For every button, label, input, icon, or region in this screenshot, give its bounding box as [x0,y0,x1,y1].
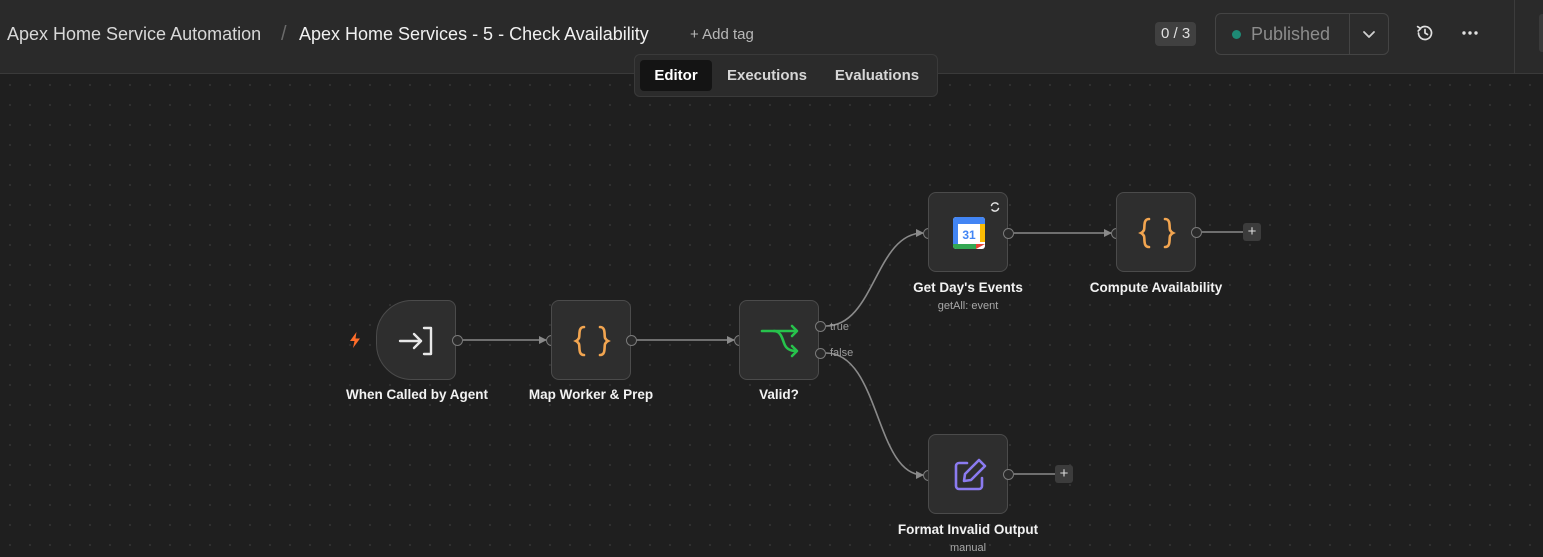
node-label-compute: Compute Availability [1089,280,1223,295]
ellipsis-icon [1462,31,1478,35]
branch-label-true: true [830,321,849,333]
compute-output-handle[interactable] [1191,227,1202,238]
events-output-handle[interactable] [1003,228,1014,239]
valid-true-output-handle[interactable] [815,321,826,332]
node-label-valid: Valid? [759,387,799,402]
header-divider [1514,0,1515,74]
breadcrumb-project[interactable]: Apex Home Service Automation [7,24,261,45]
node-format-invalid-output[interactable] [928,434,1008,514]
node-label-map: Map Worker & Prep [528,387,654,402]
node-when-called-by-agent[interactable] [376,300,456,380]
map-output-handle[interactable] [626,335,637,346]
add-node-after-compute-button[interactable]: + [1243,223,1261,241]
tab-executions[interactable]: Executions [717,60,817,91]
add-node-after-format-button[interactable]: + [1055,465,1073,483]
tab-evaluations[interactable]: Evaluations [823,60,931,91]
view-tabs: Editor Executions Evaluations [634,54,938,97]
history-icon [1416,25,1433,41]
node-label-trigger: When Called by Agent [345,387,488,402]
trigger-output-handle[interactable] [452,335,463,346]
sync-indicator-icon [990,202,1000,212]
code-braces-icon [1138,217,1176,249]
branch-label-false: false [830,347,854,359]
code-braces-icon [573,325,611,357]
add-tag-button[interactable]: + Add tag [690,26,754,43]
node-compute-availability[interactable] [1116,192,1196,272]
workflow-history-button[interactable] [1413,21,1437,45]
side-panel-edge [1539,14,1543,52]
chevron-down-icon [1363,31,1375,38]
breadcrumb-separator: / [281,23,287,45]
trigger-bolt-icon [350,332,360,348]
valid-false-output-handle[interactable] [815,348,826,359]
publish-options-button[interactable] [1350,14,1388,54]
if-branch-icon [760,324,799,358]
workflow-title[interactable]: Apex Home Services - 5 - Check Availabil… [299,24,649,45]
publish-control: Published [1215,13,1389,55]
format-output-handle[interactable] [1003,469,1014,480]
node-map-worker-prep[interactable] [551,300,631,380]
progress-counter-badge[interactable]: 0 / 3 [1155,22,1197,46]
node-label-format: Format Invalid Output [897,522,1039,537]
published-button[interactable]: Published [1216,14,1349,54]
node-label-events: Get Day's Events [913,280,1023,295]
tab-editor[interactable]: Editor [640,60,712,91]
node-sublabel-format: manual [949,542,987,554]
node-get-days-events[interactable]: 31 [928,192,1008,272]
node-valid-if[interactable] [739,300,819,380]
edit-pencil-icon [954,458,987,491]
more-options-button[interactable] [1458,21,1482,45]
execute-workflow-trigger-icon [398,326,433,356]
published-label: Published [1251,24,1331,44]
published-status-dot [1232,30,1241,39]
calendar-day-number: 31 [962,228,976,242]
node-sublabel-events: getAll: event [937,300,999,312]
